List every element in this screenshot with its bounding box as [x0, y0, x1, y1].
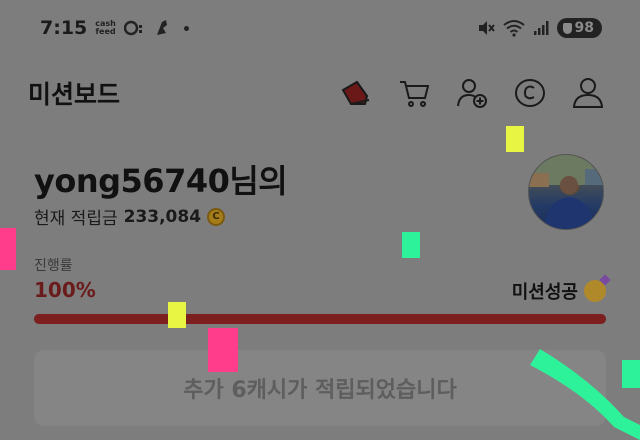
confetti-piece: [168, 302, 186, 328]
status-time: 7:15: [40, 17, 88, 39]
status-bar: 7:15 cash feed 98: [0, 0, 640, 56]
username-heading: yong56740님의: [34, 162, 288, 200]
coin-c-icon[interactable]: [512, 75, 548, 111]
wifi-icon: [502, 20, 525, 37]
app-header: 미션보드: [0, 68, 640, 118]
reward-notice-text: 추가 6캐시가 적립되었습니다: [183, 378, 457, 403]
confetti-piece: [0, 228, 16, 270]
confetti-piece: [208, 328, 238, 372]
progress-bar: [34, 314, 606, 324]
status-bar-left: 7:15 cash feed: [40, 17, 189, 39]
battery-shield-icon: [562, 22, 572, 34]
signal-icon: [533, 21, 549, 35]
party-face-emoji-icon: [584, 280, 606, 302]
confetti-piece: [506, 126, 524, 152]
mute-icon: [478, 21, 495, 35]
battery-level: 98: [574, 20, 594, 36]
mission-success-label: 미션성공: [511, 282, 578, 303]
progress-label: 진행률: [34, 258, 73, 274]
user-summary: yong56740님의 현재 적립금 233,084 C: [34, 156, 288, 229]
cashfeed-app-icon: cash feed: [95, 19, 116, 36]
points-value: 233,084: [123, 206, 202, 227]
avatar[interactable]: [528, 154, 604, 230]
profile-icon[interactable]: [570, 75, 606, 111]
battery-icon: 98: [556, 18, 602, 38]
dnd-icon: [123, 20, 142, 36]
mission-success: 미션성공: [512, 278, 606, 304]
page-title: 미션보드: [28, 80, 121, 109]
points-row: 현재 적립금 233,084 C: [34, 204, 287, 229]
confetti-ribbon: [530, 349, 640, 440]
confetti-piece: [402, 232, 420, 258]
points-label: 현재 적립금: [34, 209, 118, 229]
sneaker-icon[interactable]: [338, 75, 374, 111]
add-friend-icon[interactable]: [454, 75, 490, 111]
status-bar-right: 98: [477, 18, 602, 38]
notification-dot-icon: [183, 25, 189, 31]
progress-percent: 100%: [34, 278, 96, 302]
header-icons: [338, 75, 606, 111]
cart-icon[interactable]: [396, 75, 432, 111]
progress-bar-fill: [34, 314, 606, 324]
bird-icon: [156, 20, 167, 35]
reward-notice: 추가 6캐시가 적립되었습니다: [34, 350, 606, 426]
coin-icon: C: [207, 207, 226, 226]
